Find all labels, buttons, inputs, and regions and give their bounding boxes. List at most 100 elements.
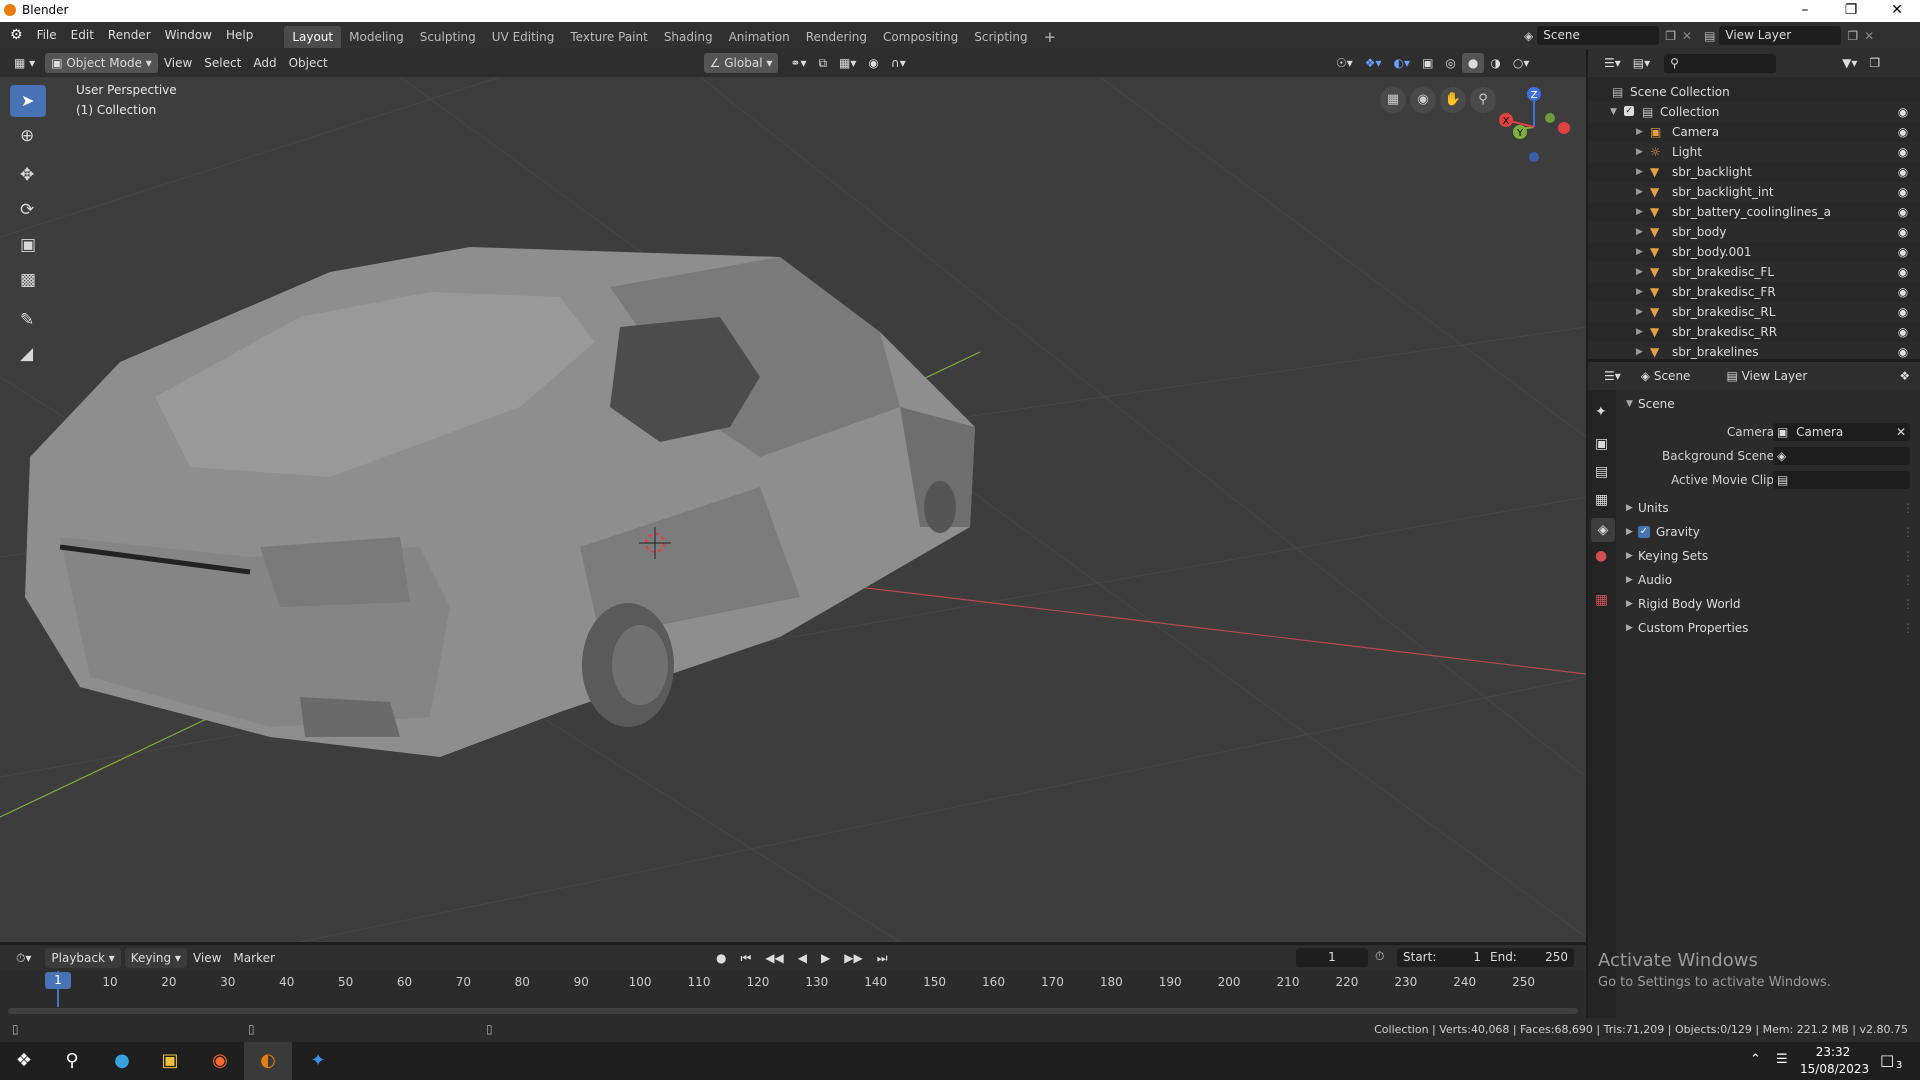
pin-icon[interactable]: ❖ (1893, 366, 1916, 386)
tab-modeling[interactable]: Modeling (341, 26, 412, 48)
menu-window[interactable]: Window (158, 22, 219, 49)
clock-time[interactable]: 23:32 (1800, 1045, 1866, 1059)
snap-target-icon[interactable]: ▦▾ (833, 53, 862, 73)
new-view-layer-icon[interactable]: ❐ (1847, 29, 1858, 43)
close-icon[interactable]: ✕ (1874, 0, 1920, 22)
menu-edit[interactable]: Edit (64, 22, 101, 49)
timeline-menu-view[interactable]: View (187, 948, 227, 968)
output-tab-icon[interactable]: ▤ (1595, 464, 1608, 480)
tray-chevron-icon[interactable]: ⌃ (1750, 1052, 1761, 1067)
outliner-item[interactable]: ▶ ▼ sbr_brakelines ◉ (1588, 342, 1920, 359)
new-scene-icon[interactable]: ❐ (1665, 29, 1676, 43)
move-tool[interactable]: ✥ (10, 160, 46, 192)
outliner-item[interactable]: ▶ ▼ sbr_body ◉ (1588, 222, 1920, 242)
eye-icon[interactable]: ◉ (1896, 285, 1910, 299)
drag-handle-icon[interactable]: ⋮ (1902, 520, 1914, 544)
new-collection-icon[interactable]: ❐ (1863, 53, 1886, 73)
scene-tab[interactable]: ◈ Scene (1635, 366, 1697, 386)
property-section[interactable]: ▶ Keying Sets ⋮ (1616, 544, 1920, 568)
delete-scene-icon[interactable]: ✕ (1682, 29, 1692, 43)
playback-menu[interactable]: Playback ▾ (45, 948, 121, 968)
drag-handle-icon[interactable]: ⋮ (1902, 496, 1914, 520)
collection-row[interactable]: ▼ ✓ ▤ Collection ◉ (1588, 102, 1920, 122)
property-section[interactable]: ▶ Units ⋮ (1616, 496, 1920, 520)
expand-arrow-icon[interactable]: ▶ (1636, 262, 1643, 282)
expand-arrow-icon[interactable]: ▶ (1636, 322, 1643, 342)
keying-menu[interactable]: Keying ▾ (124, 948, 187, 968)
windows-start-icon[interactable]: ❖ (0, 1042, 48, 1080)
jump-end-icon[interactable]: ⏭ (871, 948, 894, 968)
snap-icon[interactable]: ⧉ (812, 53, 833, 73)
cursor-tool[interactable]: ⊕ (10, 121, 46, 153)
world-tab-icon[interactable]: ● (1595, 548, 1607, 564)
timeline-scrollbar[interactable] (8, 1008, 1578, 1014)
expand-arrow-icon[interactable]: ▶ (1636, 182, 1643, 202)
tab-shading[interactable]: Shading (656, 26, 721, 48)
eye-icon[interactable]: ◉ (1896, 325, 1910, 339)
drag-handle-icon[interactable]: ⋮ (1902, 568, 1914, 592)
tab-layout[interactable]: Layout (284, 25, 342, 48)
pinned-app-icon[interactable]: ✦ (294, 1042, 342, 1080)
drag-handle-icon[interactable]: ⋮ (1902, 592, 1914, 616)
view-layer-tab-icon[interactable]: ▦ (1595, 492, 1608, 508)
jump-start-icon[interactable]: ⏮ (734, 948, 757, 968)
tab-compositing[interactable]: Compositing (875, 26, 966, 48)
add-workspace-icon[interactable]: + (1036, 26, 1065, 48)
outliner-item[interactable]: ▶ ▣ Camera ◉ (1588, 122, 1920, 142)
display-mode-icon[interactable]: ▤▾ (1627, 53, 1656, 73)
jump-keyframe-forward-icon[interactable]: ▶▶ (838, 948, 868, 968)
material-shading-icon[interactable]: ◑ (1484, 53, 1506, 73)
overlay-icon[interactable]: ◐▾ (1388, 53, 1417, 73)
proportional-edit-icon[interactable]: ◉ (862, 53, 884, 73)
wireframe-shading-icon[interactable]: ◎ (1439, 53, 1461, 73)
outliner-item[interactable]: ▶ ▼ sbr_brakedisc_RR ◉ (1588, 322, 1920, 342)
eye-icon[interactable]: ◉ (1896, 105, 1910, 119)
render-tab-icon[interactable]: ▣ (1595, 436, 1608, 452)
viewport-menu-add[interactable]: Add (247, 53, 282, 73)
eye-icon[interactable]: ◉ (1896, 225, 1910, 239)
outliner-item[interactable]: ▶ ▼ sbr_brakedisc_RL ◉ (1588, 302, 1920, 322)
menu-help[interactable]: Help (219, 22, 260, 49)
record-icon[interactable]: ● (710, 948, 732, 968)
viewport-menu-select[interactable]: Select (198, 53, 247, 73)
properties-editor-type-icon[interactable]: ☰▾ (1598, 366, 1627, 386)
blender-menu-icon[interactable]: ⚙ (0, 22, 30, 49)
pan-hand-icon[interactable]: ✋ (1440, 87, 1466, 113)
drag-handle-icon[interactable]: ⋮ (1902, 544, 1914, 568)
camera-field[interactable]: ▣ Camera ✕ (1773, 423, 1910, 441)
delete-view-layer-icon[interactable]: ✕ (1864, 29, 1874, 43)
minimize-icon[interactable]: – (1782, 0, 1828, 22)
solid-shading-icon[interactable]: ● (1461, 53, 1485, 73)
outliner-editor-type-icon[interactable]: ☰▾ (1598, 53, 1627, 73)
viewport-menu-view[interactable]: View (158, 53, 198, 73)
menu-render[interactable]: Render (101, 22, 158, 49)
gizmo-icon[interactable]: ❖▾ (1359, 53, 1388, 73)
outliner-item[interactable]: ▶ ▼ sbr_backlight_int ◉ (1588, 182, 1920, 202)
search-icon[interactable]: ⚲ (48, 1042, 96, 1080)
tab-scripting[interactable]: Scripting (966, 26, 1035, 48)
collapse-arrow-icon[interactable]: ▼ (1610, 102, 1617, 122)
clear-icon[interactable]: ✕ (1896, 423, 1906, 441)
scene-properties-tab-icon[interactable]: ◈ (1591, 518, 1615, 542)
play-reverse-icon[interactable]: ◀ (792, 948, 813, 968)
outliner-item[interactable]: ▶ ▼ sbr_brakedisc_FL ◉ (1588, 262, 1920, 282)
mode-selector[interactable]: ▣ Object Mode ▾ (45, 53, 158, 73)
edge-browser-icon[interactable]: ● (98, 1042, 146, 1080)
pivot-point-icon[interactable]: ⚭▾ (784, 53, 812, 73)
tool-settings-tab-icon[interactable]: ✦ (1595, 404, 1607, 420)
xray-icon[interactable]: ▣ (1416, 53, 1439, 73)
camera-view-icon[interactable]: ◉ (1410, 87, 1436, 113)
tab-texture-paint[interactable]: Texture Paint (562, 26, 655, 48)
tab-sculpting[interactable]: Sculpting (412, 26, 484, 48)
stopwatch-icon[interactable]: ⏱ (1375, 949, 1384, 964)
scale-tool[interactable]: ▣ (10, 230, 46, 262)
scene-panel-header[interactable]: ▼ Scene (1616, 392, 1920, 416)
end-frame-field[interactable]: End: 250 (1484, 948, 1574, 967)
property-section[interactable]: ▶ Custom Properties ⋮ (1616, 616, 1920, 640)
tab-rendering[interactable]: Rendering (798, 26, 875, 48)
outliner-item[interactable]: ▶ ▼ sbr_body.001 ◉ (1588, 242, 1920, 262)
falloff-icon[interactable]: ∩▾ (885, 53, 912, 73)
measure-tool[interactable]: ◢ (10, 339, 46, 371)
tab-animation[interactable]: Animation (721, 26, 798, 48)
timeline-editor-type-icon[interactable]: ⏱▾ (10, 948, 37, 968)
